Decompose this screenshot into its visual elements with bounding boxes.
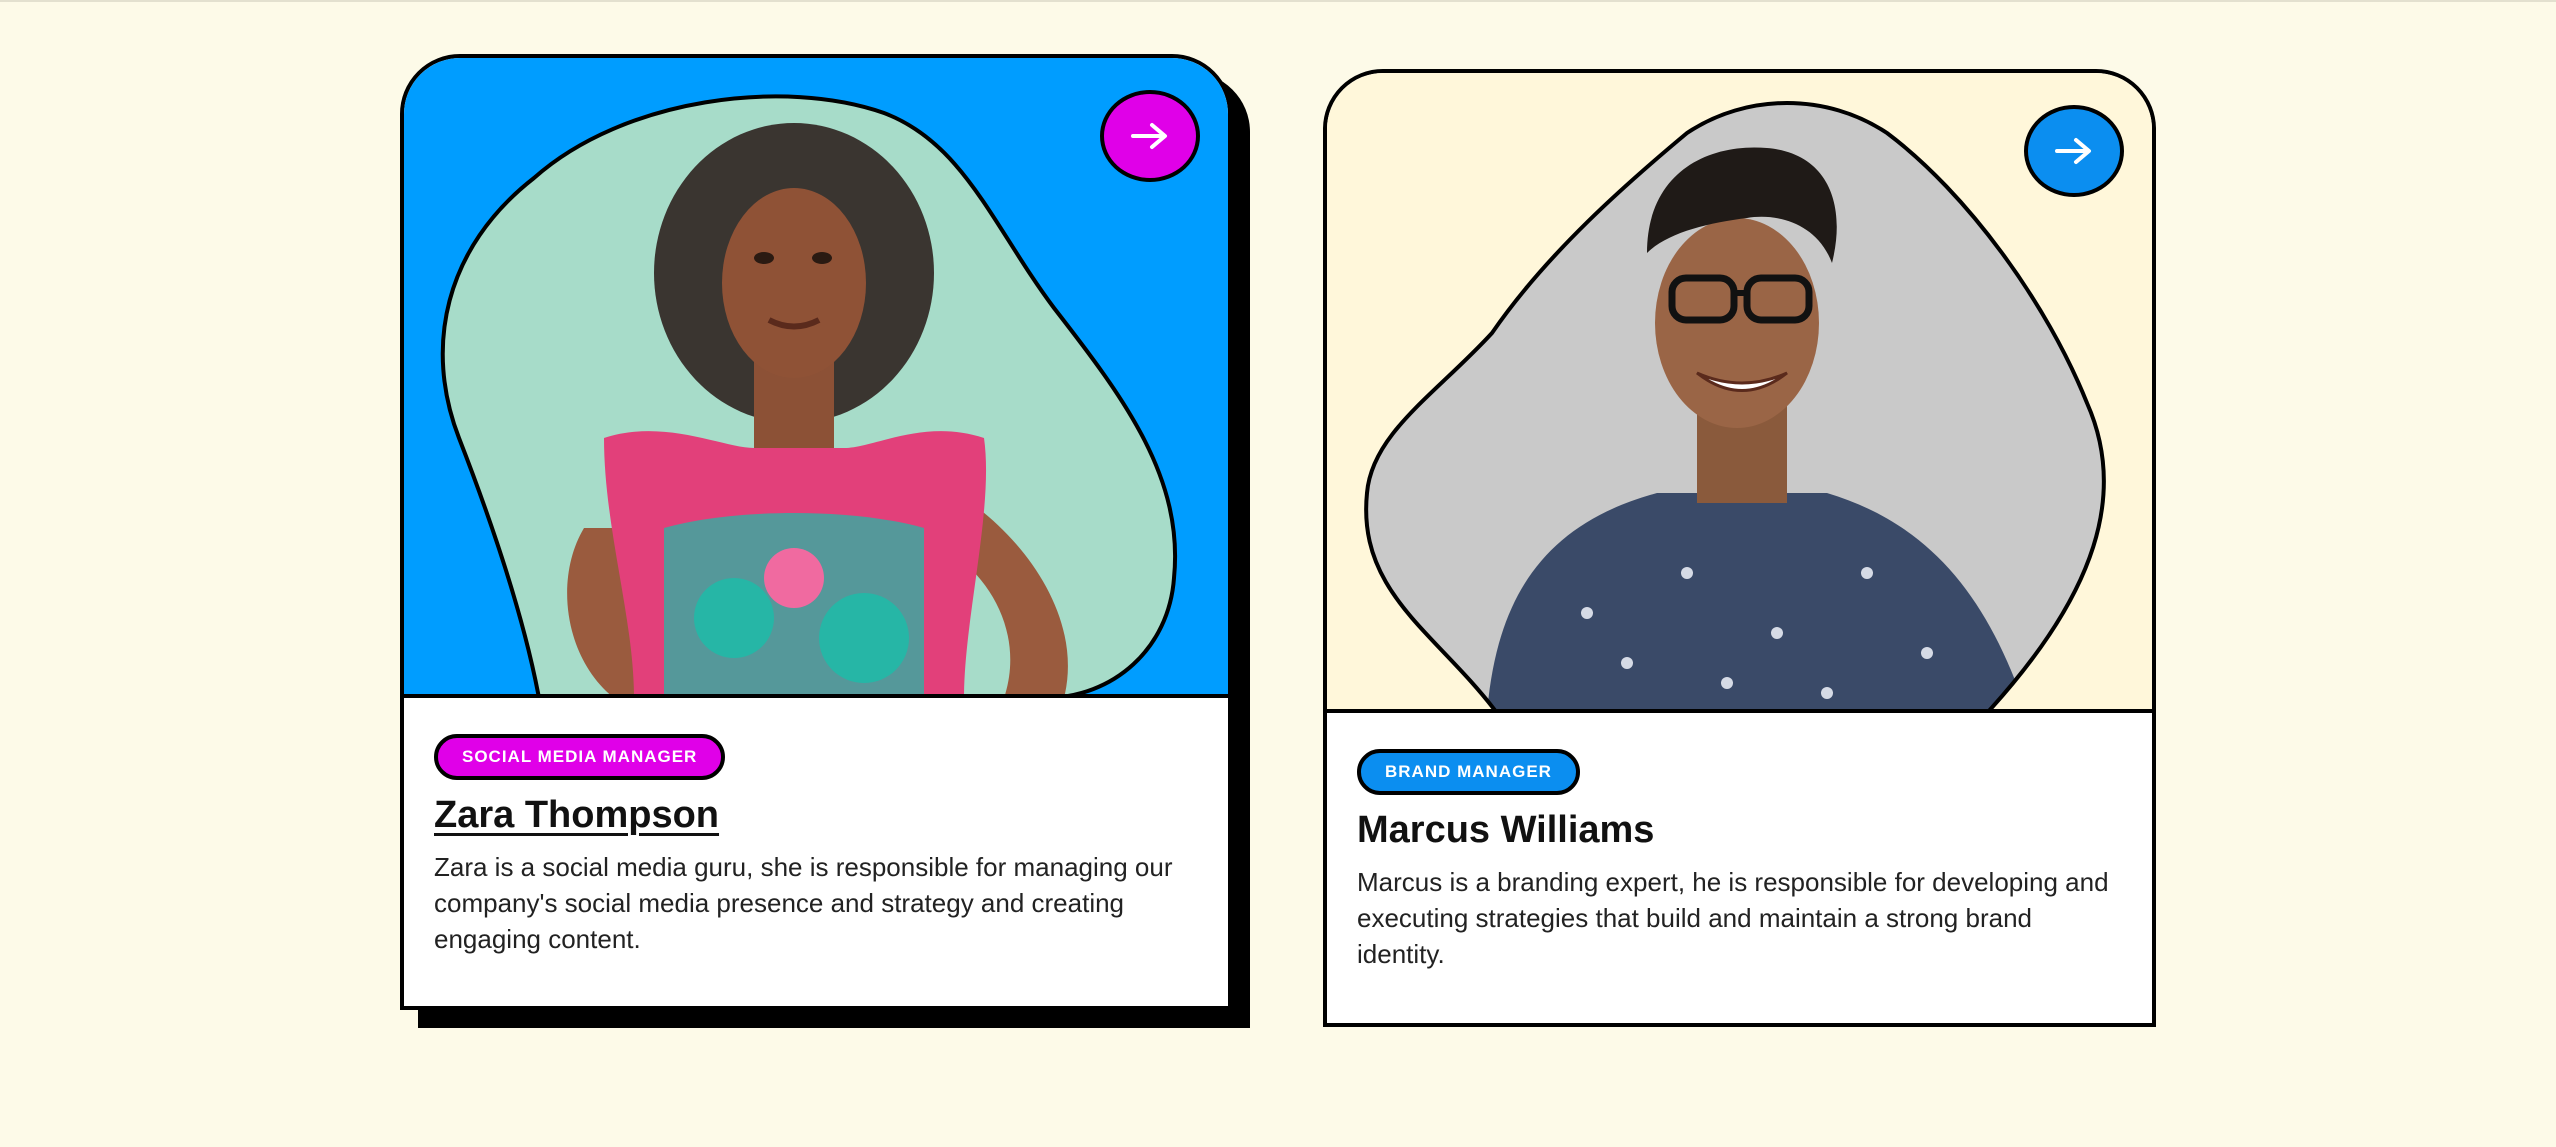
arrow-right-icon bbox=[1131, 123, 1167, 149]
member-name[interactable]: Marcus Williams bbox=[1357, 809, 2122, 852]
arrow-right-icon bbox=[2055, 138, 2091, 164]
member-bio: Marcus is a branding expert, he is respo… bbox=[1357, 867, 2109, 969]
top-divider bbox=[0, 0, 2556, 2]
photo-area bbox=[1327, 73, 2152, 713]
member-name[interactable]: Zara Thompson bbox=[434, 794, 1198, 837]
card-info: BRAND MANAGER Marcus Williams Marcus is … bbox=[1327, 713, 2152, 1023]
role-badge: SOCIAL MEDIA MANAGER bbox=[434, 734, 726, 780]
team-card-zara[interactable]: SOCIAL MEDIA MANAGER Zara Thompson Zara … bbox=[400, 54, 1232, 1010]
member-bio: Zara is a social media guru, she is resp… bbox=[434, 852, 1173, 954]
team-card-marcus[interactable]: BRAND MANAGER Marcus Williams Marcus is … bbox=[1323, 69, 2156, 1027]
role-badge: BRAND MANAGER bbox=[1357, 749, 1580, 795]
next-arrow-button[interactable] bbox=[1100, 90, 1200, 182]
next-arrow-button[interactable] bbox=[2024, 105, 2124, 197]
photo-area bbox=[404, 58, 1228, 698]
card-info: SOCIAL MEDIA MANAGER Zara Thompson Zara … bbox=[404, 698, 1228, 1006]
